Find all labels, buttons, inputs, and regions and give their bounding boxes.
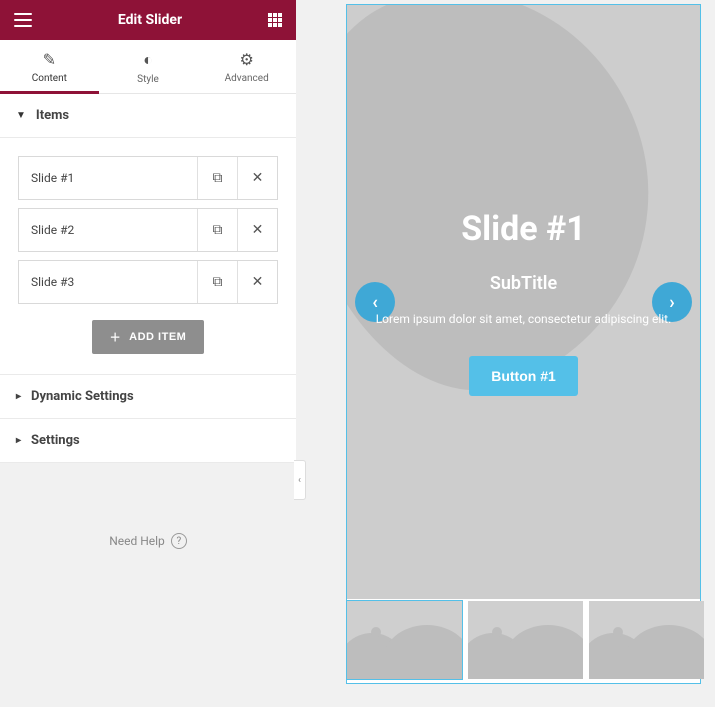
caret-right-icon: ▸ <box>16 435 21 446</box>
contrast-icon: ◐ <box>99 50 198 70</box>
caret-down-icon: ▼ <box>16 110 26 121</box>
panel-header: Edit Slider <box>0 0 296 40</box>
add-item-button[interactable]: ＋ ADD ITEM <box>92 320 205 354</box>
thumbnail[interactable] <box>589 601 704 679</box>
slide-area: ‹ › Slide #1 SubTitle Lorem ipsum dolor … <box>347 5 700 599</box>
thumbnail[interactable] <box>347 601 462 679</box>
help-icon: ? <box>171 533 187 549</box>
slide-description: Lorem ipsum dolor sit amet, consectetur … <box>376 312 672 326</box>
section-items-label: Items <box>36 108 69 123</box>
close-icon[interactable]: ✕ <box>237 209 277 251</box>
duplicate-icon[interactable]: ⧉ <box>197 157 237 199</box>
duplicate-icon[interactable]: ⧉ <box>197 209 237 251</box>
slide-cta-button[interactable]: Button #1 <box>469 356 578 396</box>
list-item[interactable]: Slide #2 ⧉ ✕ <box>18 208 278 252</box>
list-item[interactable]: Slide #1 ⧉ ✕ <box>18 156 278 200</box>
section-settings-header[interactable]: ▸ Settings <box>0 419 296 463</box>
item-label: Slide #2 <box>19 223 197 237</box>
pencil-icon: ✎ <box>0 50 99 69</box>
menu-icon[interactable] <box>14 13 32 27</box>
tab-bar: ✎ Content ◐ Style ⚙ Advanced <box>0 40 296 94</box>
thumbnail-strip <box>347 599 700 683</box>
collapse-panel-handle[interactable]: ‹ <box>294 460 306 500</box>
tab-style[interactable]: ◐ Style <box>99 40 198 93</box>
slide-content: Slide #1 SubTitle Lorem ipsum dolor sit … <box>347 5 700 599</box>
tab-advanced-label: Advanced <box>225 73 269 84</box>
add-item-label: ADD ITEM <box>129 331 186 343</box>
list-item[interactable]: Slide #3 ⧉ ✕ <box>18 260 278 304</box>
tab-content-label: Content <box>32 73 67 84</box>
section-items-body: Slide #1 ⧉ ✕ Slide #2 ⧉ ✕ Slide #3 ⧉ ✕ ＋… <box>0 138 296 374</box>
section-dynamic-label: Dynamic Settings <box>31 389 134 404</box>
tab-content[interactable]: ✎ Content <box>0 40 99 93</box>
item-label: Slide #3 <box>19 275 197 289</box>
item-label: Slide #1 <box>19 171 197 185</box>
slide-subtitle: SubTitle <box>490 273 557 294</box>
preview-canvas: ‹ › Slide #1 SubTitle Lorem ipsum dolor … <box>346 4 701 684</box>
section-items-header[interactable]: ▼ Items <box>0 94 296 138</box>
tab-style-label: Style <box>137 74 159 85</box>
tab-advanced[interactable]: ⚙ Advanced <box>197 40 296 93</box>
help-link[interactable]: Need Help ? <box>0 493 296 589</box>
help-label: Need Help <box>109 534 165 548</box>
apps-icon[interactable] <box>268 13 282 27</box>
close-icon[interactable]: ✕ <box>237 261 277 303</box>
plus-icon: ＋ <box>110 329 122 345</box>
section-dynamic-header[interactable]: ▸ Dynamic Settings <box>0 374 296 419</box>
close-icon[interactable]: ✕ <box>237 157 277 199</box>
panel-spacer: Need Help ? <box>0 463 296 707</box>
duplicate-icon[interactable]: ⧉ <box>197 261 237 303</box>
slide-title: Slide #1 <box>461 209 586 249</box>
section-settings-label: Settings <box>31 433 80 448</box>
caret-right-icon: ▸ <box>16 391 21 402</box>
panel-title: Edit Slider <box>118 12 182 28</box>
editor-panel: Edit Slider ✎ Content ◐ Style ⚙ Advanced… <box>0 0 296 707</box>
thumbnail[interactable] <box>468 601 583 679</box>
gear-icon: ⚙ <box>197 50 296 69</box>
